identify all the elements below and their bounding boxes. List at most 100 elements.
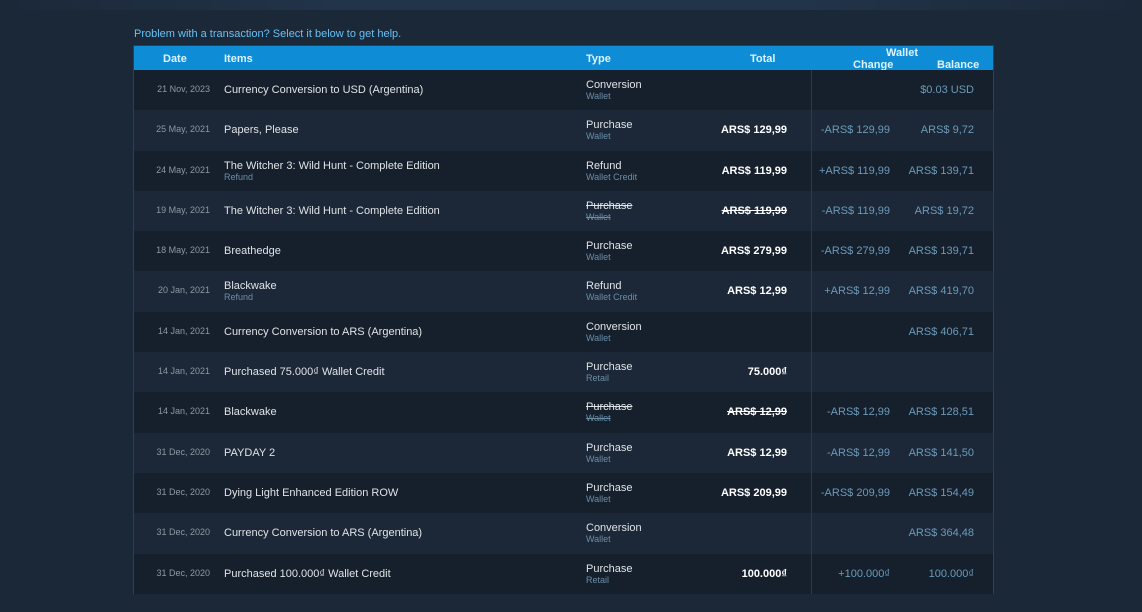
wallet-column-divider <box>811 70 812 594</box>
table-row[interactable]: 20 Jan, 2021 Blackwake Refund Refund Wallet … <box>134 271 993 312</box>
row-wallet-balance: ARS$ 9,72 <box>920 124 974 137</box>
table-row[interactable]: 31 Dec, 2020 PAYDAY 2 Purchase Wallet ARS$ 1… <box>134 432 993 473</box>
row-wallet-change: -ARS$ 129,99 <box>820 124 890 137</box>
row-wallet-balance: ARS$ 406,71 <box>908 325 974 338</box>
row-type-sub: Wallet <box>586 493 611 504</box>
row-total: 75.000₫ <box>747 366 787 379</box>
row-item-name: Currency Conversion to ARS (Argentina) <box>224 325 423 338</box>
row-item-name: Blackwake <box>224 406 277 419</box>
table-row[interactable]: 31 Dec, 2020 Dying Light Enhanced Edition… <box>134 472 993 514</box>
row-date: 24 May, 2021 <box>156 164 210 175</box>
top-strip <box>0 0 1142 10</box>
row-type-sub: Wallet <box>586 91 611 101</box>
row-wallet-change: +100.000₫ <box>838 567 890 580</box>
row-item-sub: Refund <box>224 292 254 303</box>
row-wallet-change: -ARS$ 12,99 <box>827 406 890 419</box>
row-wallet-balance: ARS$ 128,51 <box>908 406 974 419</box>
row-type-sub: Wallet Credit <box>586 171 638 182</box>
row-total: ARS$ 279,99 <box>720 245 787 258</box>
row-total: ARS$ 119,99 <box>721 164 787 177</box>
table-row[interactable]: 31 Dec, 2020 Currency Conversion to ARS (… <box>134 513 993 554</box>
row-type: Purchase <box>586 240 633 253</box>
row-date: 14 Jan, 2021 <box>157 406 210 417</box>
row-type: Conversion <box>586 320 642 333</box>
header-type: Type <box>586 53 611 65</box>
row-type: Purchase <box>586 199 633 212</box>
row-date: 31 Dec, 2020 <box>156 486 210 497</box>
row-total: ARS$ 119,99 <box>721 204 787 217</box>
row-date: 18 May, 2021 <box>156 245 210 256</box>
row-wallet-change: -ARS$ 119,99 <box>821 204 890 217</box>
row-type: Purchase <box>586 562 633 575</box>
row-type-sub: Wallet <box>586 252 611 263</box>
row-type-sub: Retail <box>586 574 610 585</box>
row-item-name: Dying Light Enhanced Edition ROW <box>224 486 399 499</box>
row-type: Purchase <box>586 441 633 454</box>
row-wallet-change: -ARS$ 279,99 <box>820 245 890 258</box>
help-link[interactable]: Problem with a transaction? Select it be… <box>134 28 401 40</box>
row-date: 31 Dec, 2020 <box>156 527 210 538</box>
row-wallet-balance: 100.000₫ <box>928 567 974 580</box>
row-type-sub: Wallet Credit <box>586 292 638 303</box>
row-wallet-balance: $0.03 USD <box>920 84 974 96</box>
table-row[interactable]: 14 Jan, 2021 Currency Conversion to ARS (… <box>134 311 993 353</box>
row-wallet-change: -ARS$ 209,99 <box>820 486 890 499</box>
row-total: ARS$ 209,99 <box>720 486 787 499</box>
row-item-name: Currency Conversion to USD (Argentina) <box>224 84 424 96</box>
row-item-sub: Refund <box>224 171 254 182</box>
row-wallet-change: +ARS$ 119,99 <box>818 164 890 177</box>
row-date: 20 Jan, 2021 <box>157 285 210 296</box>
row-type: Conversion <box>586 79 642 91</box>
row-type: Purchase <box>586 401 633 414</box>
row-type-sub: Retail <box>586 373 610 384</box>
row-item-name: The Witcher 3: Wild Hunt - Complete Edit… <box>224 204 440 217</box>
row-wallet-balance: ARS$ 141,50 <box>908 446 974 459</box>
table-row[interactable]: 31 Dec, 2020 Purchased 100.000₫ Wallet Cr… <box>134 553 993 594</box>
table-row[interactable]: 14 Jan, 2021 Purchased 75.000₫ Wallet Cre… <box>134 352 993 393</box>
row-type-sub: Wallet <box>586 211 611 222</box>
header-items: Items <box>224 53 253 65</box>
row-date: 25 May, 2021 <box>156 124 210 135</box>
row-total: ARS$ 129,99 <box>720 124 787 137</box>
row-item-name: Purchased 75.000₫ Wallet Credit <box>224 366 385 379</box>
row-date: 21 Nov, 2023 <box>157 84 210 94</box>
table-row[interactable]: 25 May, 2021 Papers, Please Purchase Wallet… <box>134 110 993 151</box>
row-wallet-balance: ARS$ 419,70 <box>908 285 974 298</box>
row-total: ARS$ 12,99 <box>727 406 787 419</box>
header-wallet: Wallet <box>886 47 918 59</box>
row-type: Purchase <box>586 119 633 132</box>
row-wallet-balance: ARS$ 154,49 <box>908 486 974 499</box>
row-date: 14 Jan, 2021 <box>157 366 210 377</box>
row-wallet-change: -ARS$ 12,99 <box>827 446 890 459</box>
row-type-sub: Wallet <box>586 534 611 545</box>
row-type: Purchase <box>586 361 633 374</box>
table-row[interactable]: 21 Nov, 2023 Currency Conversion to USD (… <box>134 70 993 111</box>
row-item-name: Papers, Please <box>224 124 299 137</box>
row-type: Purchase <box>586 481 633 494</box>
row-type-sub: Wallet <box>586 332 611 343</box>
header-date: Date <box>163 53 187 65</box>
row-date: 31 Dec, 2020 <box>156 567 210 578</box>
row-item-name: Purchased 100.000₫ Wallet Credit <box>224 567 391 580</box>
table-row[interactable]: 18 May, 2021 Breathedge Purchase Wallet ARS$… <box>134 231 993 272</box>
row-total: 100.000₫ <box>741 567 787 580</box>
table-row[interactable]: 24 May, 2021 The Witcher 3: Wild Hunt - C… <box>134 150 993 191</box>
row-date: 31 Dec, 2020 <box>156 446 210 457</box>
row-item-name: The Witcher 3: Wild Hunt - Complete Edit… <box>224 159 440 172</box>
row-item-name: Currency Conversion to ARS (Argentina) <box>224 527 423 540</box>
table-body: 21 Nov, 2023 Currency Conversion to USD (… <box>134 70 993 594</box>
table-row[interactable]: 14 Jan, 2021 Blackwake Purchase Wallet ARS$ … <box>134 392 993 433</box>
row-type: Refund <box>586 159 622 172</box>
row-item-name: PAYDAY 2 <box>224 446 276 459</box>
row-total: ARS$ 12,99 <box>727 446 787 459</box>
row-type-sub: Wallet <box>586 131 611 142</box>
row-item-name: Breathedge <box>224 245 281 258</box>
table-row[interactable]: 19 May, 2021 The Witcher 3: Wild Hunt - C… <box>134 190 993 232</box>
purchase-history-table: Date Items Type Total Wallet Change Bala… <box>133 45 994 594</box>
table-header: Date Items Type Total Wallet Change Bala… <box>134 46 993 71</box>
row-date: 19 May, 2021 <box>156 204 210 215</box>
row-type: Refund <box>586 280 622 293</box>
row-wallet-balance: ARS$ 364,48 <box>908 527 974 540</box>
header-total: Total <box>750 53 776 65</box>
row-wallet-balance: ARS$ 19,72 <box>914 204 974 217</box>
